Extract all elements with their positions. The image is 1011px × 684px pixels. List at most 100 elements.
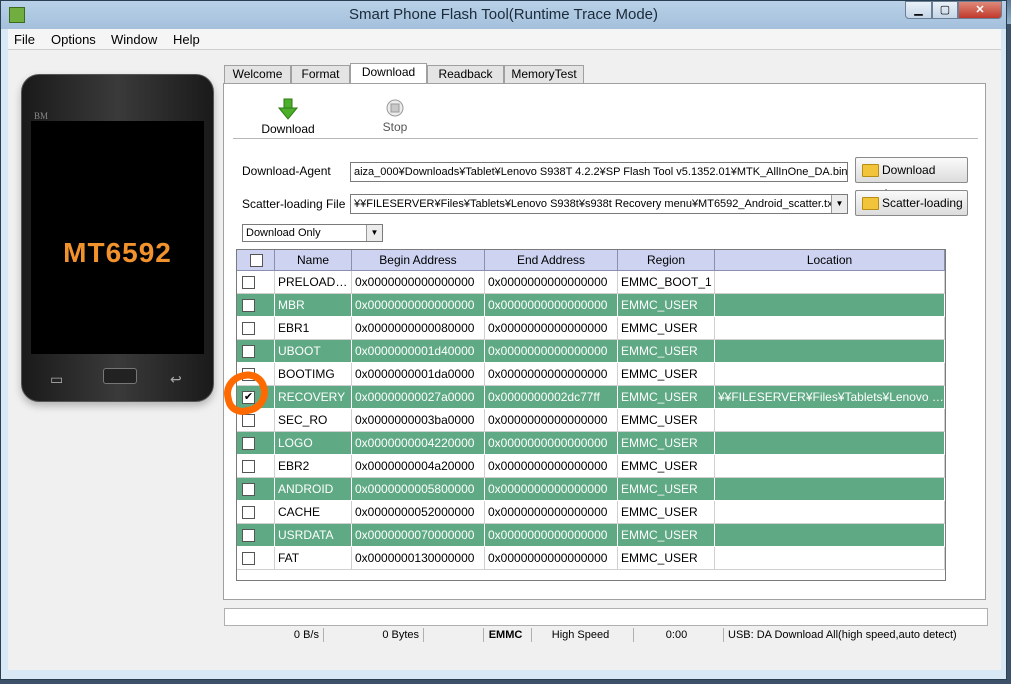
cell-region: EMMC_USER: [618, 363, 715, 386]
chevron-down-icon[interactable]: ▼: [366, 225, 382, 241]
tab-welcome[interactable]: Welcome: [224, 65, 291, 83]
cell-location[interactable]: [715, 478, 945, 501]
table-row[interactable]: FAT 0x0000000130000000 0x0000000000000000 E…: [237, 547, 945, 570]
cell-location[interactable]: [715, 547, 945, 570]
download-button[interactable]: Download: [253, 98, 323, 136]
cell-location[interactable]: [715, 501, 945, 524]
phone-brand: BM: [34, 111, 49, 121]
cell-region: EMMC_USER: [618, 547, 715, 570]
status-usb: USB: DA Download All(high speed,auto det…: [728, 629, 957, 641]
download-agent-label: Download-Agent: [242, 164, 331, 178]
download-agent-field[interactable]: aiza_000¥Downloads¥Tablet¥Lenovo S938T 4…: [350, 162, 848, 182]
download-toolbar: Download Stop: [233, 92, 978, 139]
row-checkbox[interactable]: [242, 460, 255, 473]
chevron-down-icon[interactable]: ▼: [831, 195, 847, 213]
cell-location[interactable]: [715, 409, 945, 432]
tab-readback[interactable]: Readback: [427, 65, 504, 83]
tab-download[interactable]: Download: [350, 63, 427, 84]
table-row[interactable]: ANDROID 0x0000000005800000 0x0000000000000…: [237, 478, 945, 501]
menu-bar: File Options Window Help: [8, 29, 1001, 50]
maximize-button[interactable]: ▢: [932, 1, 958, 19]
back-key-icon: ↩: [170, 371, 182, 387]
minimize-button[interactable]: ▁: [905, 1, 932, 19]
row-checkbox[interactable]: [242, 322, 255, 335]
cell-end: 0x0000000000000000: [485, 478, 618, 501]
select-all-checkbox[interactable]: [250, 254, 263, 267]
row-checkbox[interactable]: [242, 506, 255, 519]
cell-location[interactable]: [715, 294, 945, 317]
menu-help[interactable]: Help: [173, 32, 200, 47]
cell-location[interactable]: [715, 271, 945, 294]
cell-end: 0x0000000000000000: [485, 524, 618, 547]
table-row[interactable]: UBOOT 0x0000000001d40000 0x000000000000000…: [237, 340, 945, 363]
cell-location[interactable]: [715, 317, 945, 340]
row-checkbox[interactable]: [242, 529, 255, 542]
cell-location[interactable]: [715, 455, 945, 478]
download-mode-select[interactable]: Download Only ▼: [242, 224, 383, 242]
minimize-icon: ▁: [914, 4, 923, 16]
download-agent-button[interactable]: Download Agent: [855, 157, 968, 201]
cell-end: 0x0000000000000000: [485, 547, 618, 570]
cell-location[interactable]: [715, 432, 945, 455]
close-icon: ✕: [975, 4, 985, 16]
scatter-file-dropdown[interactable]: ¥¥FILESERVER¥Files¥Tablets¥Lenovo S938t¥…: [350, 194, 848, 214]
cell-begin: 0x0000000000080000: [352, 317, 485, 340]
table-row[interactable]: EBR1 0x0000000000080000 0x0000000000000000…: [237, 317, 945, 340]
scatter-loading-button[interactable]: Scatter-loading: [855, 190, 968, 216]
table-row[interactable]: MBR 0x0000000000000000 0x0000000000000000 E…: [237, 294, 945, 317]
row-checkbox[interactable]: [242, 552, 255, 565]
table-row[interactable]: USRDATA 0x0000000070000000 0x0000000000000…: [237, 524, 945, 547]
row-checkbox-cell: [237, 478, 275, 501]
cell-name: USRDATA: [275, 524, 352, 547]
table-row[interactable]: SEC_RO 0x0000000003ba0000 0x00000000000000…: [237, 409, 945, 432]
cell-name: FAT: [275, 547, 352, 570]
cell-region: EMMC_BOOT_1: [618, 271, 715, 294]
table-row[interactable]: ✔ RECOVERY 0x00000000027a0000 0x0000000002d…: [237, 386, 945, 409]
menu-options[interactable]: Options: [51, 32, 96, 47]
row-checkbox[interactable]: [242, 299, 255, 312]
cell-begin: 0x0000000005800000: [352, 478, 485, 501]
cell-name: CACHE: [275, 501, 352, 524]
table-row[interactable]: PRELOADER 0x0000000000000000 0x00000000000…: [237, 271, 945, 294]
cell-begin: 0x0000000000000000: [352, 271, 485, 294]
stop-button[interactable]: Stop: [370, 98, 420, 134]
cell-location[interactable]: [715, 340, 945, 363]
cell-end: 0x0000000000000000: [485, 271, 618, 294]
menu-file[interactable]: File: [14, 32, 35, 47]
row-checkbox[interactable]: [242, 483, 255, 496]
cell-location[interactable]: [715, 363, 945, 386]
table-row[interactable]: LOGO 0x0000000004220000 0x0000000000000000…: [237, 432, 945, 455]
header-begin-address: Begin Address: [352, 250, 485, 271]
cell-location[interactable]: ¥¥FILESERVER¥Files¥Tablets¥Lenovo S938t¥…: [715, 386, 945, 409]
menu-window[interactable]: Window: [111, 32, 157, 47]
maximize-icon: ▢: [939, 4, 951, 16]
row-checkbox-cell: [237, 294, 275, 317]
row-checkbox-cell: [237, 455, 275, 478]
row-checkbox-cell: [237, 524, 275, 547]
table-row[interactable]: EBR2 0x0000000004a20000 0x0000000000000000…: [237, 455, 945, 478]
table-row[interactable]: CACHE 0x0000000052000000 0x000000000000000…: [237, 501, 945, 524]
cell-name: BOOTIMG: [275, 363, 352, 386]
scatter-label: Scatter-loading File: [242, 197, 346, 211]
row-checkbox[interactable]: [242, 345, 255, 358]
cell-end: 0x0000000000000000: [485, 340, 618, 363]
tab-format[interactable]: Format: [291, 65, 350, 83]
cell-name: EBR2: [275, 455, 352, 478]
row-checkbox[interactable]: [242, 276, 255, 289]
cell-begin: 0x0000000004220000: [352, 432, 485, 455]
select-all-header[interactable]: [237, 250, 275, 271]
cell-begin: 0x0000000004a20000: [352, 455, 485, 478]
title-bar: Smart Phone Flash Tool(Runtime Trace Mod…: [1, 1, 1006, 29]
row-checkbox-cell: [237, 432, 275, 455]
row-checkbox[interactable]: [242, 437, 255, 450]
cell-name: RECOVERY: [275, 386, 352, 409]
folder-icon: [862, 164, 879, 177]
table-row[interactable]: BOOTIMG 0x0000000001da0000 0x0000000000000…: [237, 363, 945, 386]
tab-memorytest[interactable]: MemoryTest: [504, 65, 584, 83]
cell-location[interactable]: [715, 524, 945, 547]
stop-label: Stop: [382, 120, 408, 134]
close-button[interactable]: ✕: [958, 1, 1002, 19]
cell-begin: 0x0000000070000000: [352, 524, 485, 547]
status-time: 0:00: [634, 628, 724, 642]
row-checkbox[interactable]: [242, 414, 255, 427]
